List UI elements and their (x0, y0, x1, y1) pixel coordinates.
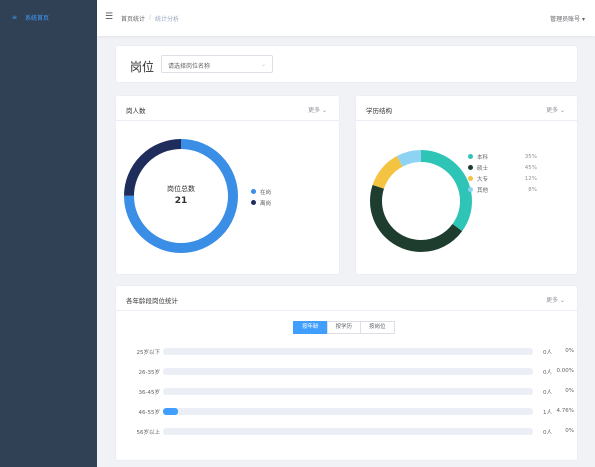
legend-label: 离岗 (260, 200, 272, 207)
legend-swatch (468, 187, 473, 192)
chevron-down-icon: ⌄ (260, 61, 266, 68)
divider (116, 310, 577, 311)
progress-track (163, 348, 533, 355)
toggle-button-1[interactable]: 按学历 (326, 321, 362, 334)
filter-label: 岗位 (130, 60, 155, 74)
progress-percent: 0.00% (556, 368, 574, 374)
progress-count: 0人 (543, 370, 552, 376)
toggle-button-0[interactable]: 按年龄 (293, 321, 328, 334)
progress-label: 36-45岁 (138, 390, 160, 396)
progress-track (163, 368, 533, 375)
donut-center-label: 岗位总数 (167, 185, 195, 193)
position-select[interactable]: 请选择岗位名称 ⌄ (161, 55, 273, 73)
progress-count: 1人 (543, 410, 552, 416)
headcount-donut (124, 139, 238, 253)
progress-track (163, 428, 533, 435)
breadcrumb: 首页统计 / 统计分析 (121, 14, 179, 23)
progress-row: 46-55岁 1人 4.76% (116, 407, 579, 417)
legend-item[interactable]: 本科 35% (468, 151, 537, 162)
sidebar: ≡ 系统首页 (0, 0, 97, 467)
legend-label: 硕士 (477, 165, 489, 172)
progress-row: 56岁以上 0人 0% (116, 427, 579, 437)
legend-label: 在岗 (260, 189, 272, 196)
legend-item[interactable]: 在岗 (251, 186, 294, 197)
legend-swatch (251, 189, 256, 194)
hamburger-icon[interactable]: ☰ (105, 12, 113, 22)
top-header: ☰ 首页统计 / 统计分析 管理员账号 ▾ (97, 0, 595, 36)
education-legend: 本科 35% 硕士 45% 大专 12% 其他 8% (468, 151, 537, 195)
breadcrumb-current: 统计分析 (155, 16, 180, 23)
menu-icon: ≡ (12, 13, 18, 21)
donut-center: 岗位总数 21 (151, 184, 211, 206)
progress-row: 26-35岁 0人 0.00% (116, 367, 579, 377)
education-card: 学历结构 更多 ⌄ 本科 35% 硕士 45% 大专 12% 其他 8% (355, 95, 578, 275)
legend-swatch (468, 154, 473, 159)
progress-label: 46-55岁 (138, 410, 160, 416)
headcount-legend: 在岗 离岗 (251, 186, 294, 208)
legend-percent: 45% (524, 164, 537, 171)
filter-card: 岗位 请选择岗位名称 ⌄ (115, 45, 578, 83)
select-value: 请选择岗位名称 (168, 63, 211, 70)
breadcrumb-home[interactable]: 首页统计 (121, 14, 145, 23)
legend-item[interactable]: 大专 12% (468, 173, 537, 184)
progress-track (163, 388, 533, 395)
group-by-toggle: 按年龄 按学历 按岗位 (293, 321, 395, 334)
legend-label: 大专 (477, 176, 489, 183)
more-dropdown[interactable]: 更多 ⌄ (546, 295, 565, 304)
progress-percent: 0% (565, 428, 574, 434)
legend-swatch (251, 200, 256, 205)
legend-label: 其他 (477, 187, 489, 194)
progress-count: 0人 (543, 390, 552, 396)
donut-center-value: 21 (174, 196, 188, 206)
legend-swatch (468, 176, 473, 181)
card-title: 各年龄段岗位统计 (126, 297, 178, 305)
progress-count: 0人 (543, 350, 552, 356)
progress-track (163, 408, 533, 415)
progress-label: 26-35岁 (138, 370, 160, 376)
toggle-button-2[interactable]: 按岗位 (360, 321, 395, 334)
legend-percent: 12% (524, 175, 537, 182)
sidebar-item-label: 系统首页 (25, 14, 50, 22)
legend-item[interactable]: 离岗 (251, 197, 294, 208)
progress-percent: 0% (565, 348, 574, 354)
legend-label: 本科 (477, 154, 489, 161)
age-distribution-card: 各年龄段岗位统计 更多 ⌄ 按年龄 按学历 按岗位 25岁以下 0人 0% 26-35岁 0… (115, 285, 578, 461)
sidebar-item-home[interactable]: ≡ 系统首页 (0, 8, 97, 26)
progress-fill (163, 408, 178, 415)
user-menu[interactable]: 管理员账号 ▾ (550, 14, 585, 23)
progress-percent: 4.76% (556, 408, 574, 414)
headcount-card: 岗人数 更多 ⌄ 岗位总数 21 在岗 离岗 (115, 95, 340, 275)
progress-label: 25岁以下 (136, 350, 161, 356)
legend-percent: 8% (528, 186, 537, 193)
legend-swatch (468, 165, 473, 170)
legend-item[interactable]: 其他 8% (468, 184, 537, 195)
progress-percent: 0% (565, 388, 574, 394)
progress-label: 56岁以上 (136, 430, 161, 436)
legend-percent: 35% (524, 153, 537, 160)
progress-row: 36-45岁 0人 0% (116, 387, 579, 397)
legend-item[interactable]: 硕士 45% (468, 162, 537, 173)
breadcrumb-separator: / (149, 14, 152, 21)
progress-row: 25岁以下 0人 0% (116, 347, 579, 357)
progress-count: 0人 (543, 430, 552, 436)
